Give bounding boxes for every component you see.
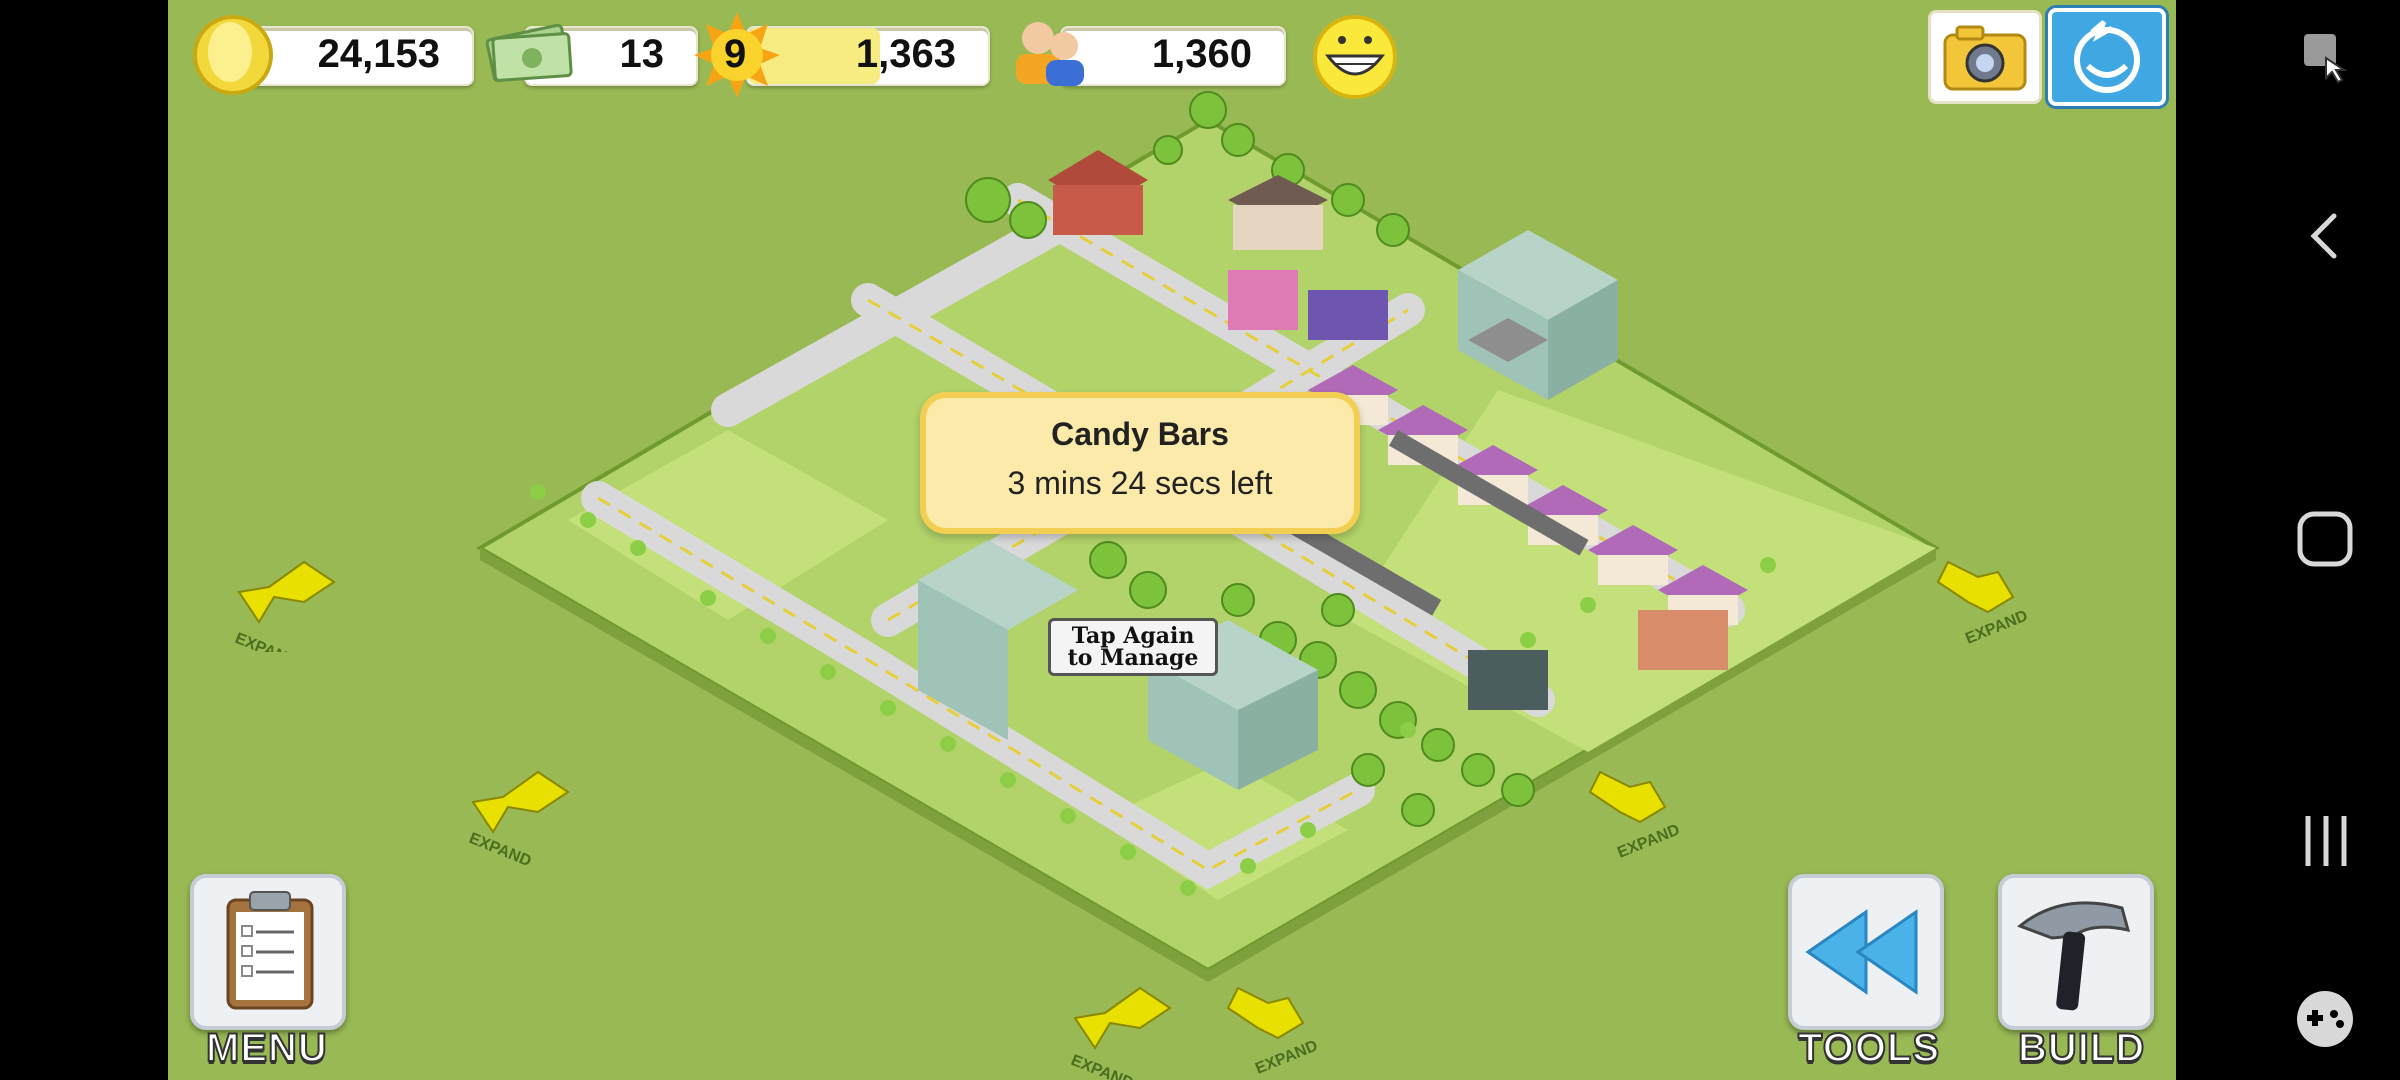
coins-value: 24,153	[317, 32, 440, 76]
population-value: 1,360	[1151, 32, 1252, 76]
social-button[interactable]	[2048, 8, 2166, 106]
camera-button[interactable]	[1928, 10, 2042, 104]
expand-arrow-south-left[interactable]: EXPAND	[1070, 978, 1200, 1080]
cash-icon	[485, 23, 573, 83]
expand-arrow-southwest[interactable]: EXPAND	[468, 762, 598, 872]
expand-label: EXPAND	[1615, 821, 1682, 861]
screenshot-edit-icon[interactable]	[2296, 28, 2356, 88]
tooltip-title: Candy Bars	[1051, 416, 1229, 452]
sign-line-1: Tap Again	[1071, 623, 1195, 649]
level-xp-stat: 9 1,363	[694, 12, 990, 98]
population-stat: 1,360	[1010, 22, 1286, 86]
tools-label: TOOLS	[1797, 1025, 1941, 1071]
clipboard-icon	[226, 891, 314, 1010]
sign-line-2: to Manage	[1067, 645, 1199, 671]
happiness-smiley-icon[interactable]	[1310, 12, 1400, 102]
tooltip-subtitle: 3 mins 24 secs left	[1007, 465, 1273, 501]
recents-icon[interactable]	[2296, 806, 2356, 876]
coins-stat: 24,153	[190, 15, 474, 95]
tools-button[interactable]	[1788, 874, 1944, 1030]
build-button[interactable]	[1998, 874, 2154, 1030]
expand-label: EXPAND	[1070, 1052, 1136, 1080]
level-value: 9	[724, 32, 747, 76]
expand-label: EXPAND	[1253, 1037, 1320, 1077]
cash-value: 13	[619, 32, 665, 76]
expand-label: EXPAND	[1963, 607, 2030, 647]
expand-label: EXPAND	[468, 830, 534, 870]
menu-button[interactable]	[190, 874, 346, 1030]
expand-arrow-west[interactable]: EXPAND	[234, 552, 354, 652]
coin-icon	[193, 15, 273, 95]
system-nav-bar	[2176, 0, 2400, 1080]
expand-arrow-south-right[interactable]: EXPAND	[1218, 978, 1358, 1080]
build-label: BUILD	[2017, 1025, 2146, 1071]
production-tooltip: Candy Bars 3 mins 24 secs left	[920, 392, 1360, 534]
rewind-icon	[1805, 909, 1918, 995]
camera-icon	[1943, 25, 2027, 91]
cash-stat: 13	[484, 22, 698, 86]
game-viewport[interactable]: EXPAND EXPAND EXPAND EXPAND EXPAND EXPAN…	[168, 0, 2176, 1080]
social-face-icon	[2074, 20, 2140, 93]
expand-arrow-east[interactable]: EXPAND	[1928, 552, 2058, 652]
xp-value: 1,363	[855, 32, 956, 76]
left-black-bar	[0, 0, 168, 1080]
menu-label: MENU	[205, 1025, 328, 1071]
back-icon[interactable]	[2296, 206, 2356, 266]
population-icon	[1016, 22, 1084, 86]
home-icon[interactable]	[2290, 504, 2360, 574]
expand-arrow-southeast[interactable]: EXPAND	[1580, 762, 1720, 872]
tap-again-sign[interactable]: Tap Again to Manage	[1048, 618, 1218, 676]
expand-label: EXPAND	[234, 630, 300, 652]
hammer-icon	[2017, 901, 2131, 1011]
game-tools-icon[interactable]	[2290, 984, 2360, 1054]
